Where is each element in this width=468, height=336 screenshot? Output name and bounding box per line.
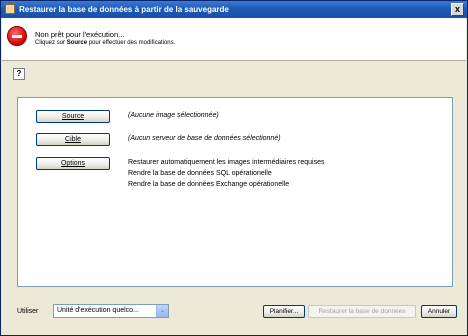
close-button[interactable]: x <box>451 3 464 16</box>
option-sql-operational: Rendre la base de données SQL opératione… <box>128 170 272 177</box>
restore-database-button[interactable]: Restaurer la base de données <box>308 305 416 318</box>
status-hint: Cliquez sur Source pour effectuer des mo… <box>35 40 175 46</box>
options-button[interactable]: Options <box>36 157 110 170</box>
target-description: (Aucun serveur de base de données sélect… <box>128 135 281 142</box>
execution-unit-select[interactable]: Unité d'exécution quelco... ⌄ <box>53 304 169 318</box>
settings-panel: Source (Aucune image sélectionnée) Cible… <box>17 97 453 287</box>
app-icon <box>5 4 15 14</box>
source-description: (Aucune image sélectionnée) <box>128 112 219 119</box>
stop-icon <box>7 26 27 46</box>
status-area: Non prêt pour l'exécution... Cliquez sur… <box>2 18 466 60</box>
use-label: Utiliser <box>17 308 39 315</box>
status-hint-suffix: pour effectuer des modifications. <box>87 40 176 46</box>
window-title: Restaurer la base de données à partir de… <box>19 5 229 14</box>
source-button[interactable]: Source <box>36 110 110 123</box>
divider <box>2 60 466 61</box>
restore-dialog: Restaurer la base de données à partir de… <box>0 0 468 336</box>
status-hint-prefix: Cliquez sur <box>35 40 67 46</box>
cancel-button[interactable]: Annuler <box>421 305 457 318</box>
target-button[interactable]: Cible <box>36 133 110 146</box>
source-button-label: Source <box>61 113 85 120</box>
status-message: Non prêt pour l'exécution... <box>35 30 125 39</box>
options-button-label: Options <box>60 160 86 167</box>
status-hint-bold: Source <box>66 40 88 46</box>
execution-unit-value: Unité d'exécution quelco... <box>57 307 139 314</box>
option-exchange-operational: Rendre la base de données Exchange opéra… <box>128 181 290 188</box>
help-button[interactable]: ? <box>13 68 25 80</box>
title-bar[interactable]: Restaurer la base de données à partir de… <box>1 1 467 18</box>
target-button-label: Cible <box>65 136 81 143</box>
chevron-down-icon[interactable]: ⌄ <box>156 305 168 317</box>
option-auto-restore: Restaurer automatiquement les images int… <box>128 159 325 166</box>
schedule-button[interactable]: Planifier... <box>263 305 305 318</box>
